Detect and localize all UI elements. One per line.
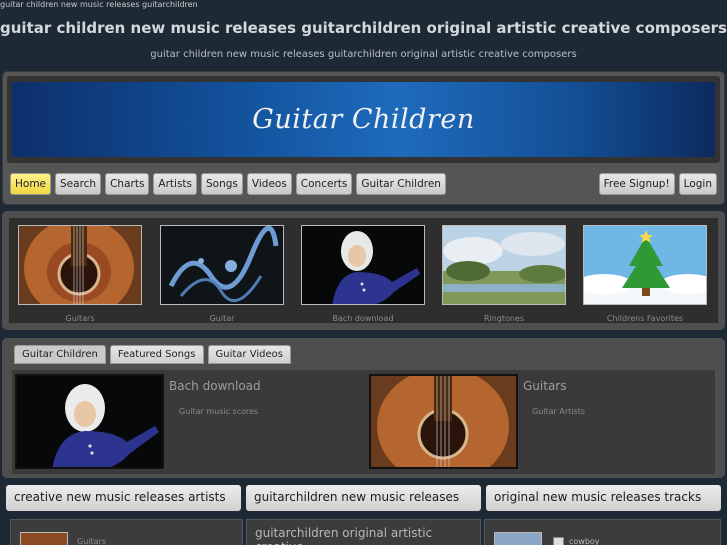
column-heading: creative new music releases artists bbox=[6, 485, 241, 511]
guitar-thumb-image[interactable] bbox=[18, 225, 142, 305]
thumb-caption[interactable]: Bach download bbox=[301, 314, 425, 323]
feature-title[interactable]: Bach download bbox=[169, 379, 261, 393]
featured-thumbs-panel: Guitars Guitar Bach download Ringtones C… bbox=[2, 211, 725, 330]
nav-search[interactable]: Search bbox=[55, 173, 102, 195]
cowboy-list-thumb[interactable] bbox=[494, 532, 542, 545]
header-panel: Guitar Children Home Search Charts Artis… bbox=[2, 71, 725, 205]
account-nav: Free Signup! Login bbox=[598, 173, 717, 195]
main-nav: Home Search Charts Artists Songs Videos … bbox=[10, 173, 446, 195]
list-item[interactable]: Guitars bbox=[77, 537, 106, 545]
column-heading: original new music releases tracks bbox=[486, 485, 721, 511]
column-body: Guitars bbox=[10, 519, 243, 545]
bach-feature-image[interactable] bbox=[15, 374, 164, 469]
list-item[interactable]: guitarchildren original artistic creativ… bbox=[255, 526, 480, 545]
page-topline: guitar children new music releases guita… bbox=[0, 0, 198, 9]
banner[interactable]: Guitar Children bbox=[12, 82, 715, 157]
site-subtitle: guitar children new music releases guita… bbox=[150, 49, 577, 60]
splash-thumb-image[interactable] bbox=[160, 225, 284, 305]
signup-button[interactable]: Free Signup! bbox=[598, 173, 675, 195]
tabs-panel: Guitar Children Featured Songs Guitar Vi… bbox=[2, 338, 725, 478]
nav-videos[interactable]: Videos bbox=[246, 173, 292, 195]
nav-songs[interactable]: Songs bbox=[201, 173, 243, 195]
banner-frame: Guitar Children bbox=[7, 76, 720, 163]
thumb-caption[interactable]: Guitars bbox=[18, 314, 142, 323]
column-body: guitarchildren original artistic creativ… bbox=[246, 519, 481, 545]
tab-bar: Guitar Children Featured Songs Guitar Vi… bbox=[14, 345, 291, 364]
tab-guitar-videos[interactable]: Guitar Videos bbox=[207, 345, 291, 364]
guitar-list-thumb[interactable] bbox=[20, 532, 68, 545]
landscape-thumb-image[interactable] bbox=[442, 225, 566, 305]
feature-description: Guitar Artists bbox=[532, 407, 585, 416]
tab-content: Bach download Guitar music scores Guitar… bbox=[12, 370, 715, 474]
column-heading: guitarchildren new music releases bbox=[246, 485, 481, 511]
thumb-caption[interactable]: Ringtones bbox=[442, 314, 566, 323]
thumbs-strip: Guitars Guitar Bach download Ringtones C… bbox=[9, 218, 718, 323]
tab-featured-songs[interactable]: Featured Songs bbox=[109, 345, 204, 364]
bach-thumb-image[interactable] bbox=[301, 225, 425, 305]
nav-home[interactable]: Home bbox=[10, 173, 52, 195]
list-item[interactable]: cowboy bbox=[569, 537, 600, 545]
tab-guitar-children[interactable]: Guitar Children bbox=[14, 345, 106, 364]
play-icon[interactable] bbox=[553, 537, 564, 545]
site-title: guitar children new music releases guita… bbox=[0, 19, 727, 37]
nav-artists[interactable]: Artists bbox=[153, 173, 198, 195]
banner-logo-text: Guitar Children bbox=[252, 104, 475, 135]
nav-charts[interactable]: Charts bbox=[105, 173, 150, 195]
nav-guitar-children[interactable]: Guitar Children bbox=[356, 173, 446, 195]
christmas-tree-thumb-image[interactable] bbox=[583, 225, 707, 305]
login-button[interactable]: Login bbox=[678, 173, 717, 195]
guitar-feature-image[interactable] bbox=[369, 374, 518, 469]
thumb-caption[interactable]: Guitar bbox=[160, 314, 284, 323]
nav-concerts[interactable]: Concerts bbox=[295, 173, 353, 195]
feature-description: Guitar music scores bbox=[179, 407, 259, 416]
column-body: cowboy bbox=[484, 519, 721, 545]
thumb-caption[interactable]: Childrens Favorites bbox=[583, 314, 707, 323]
feature-title[interactable]: Guitars bbox=[523, 379, 566, 393]
